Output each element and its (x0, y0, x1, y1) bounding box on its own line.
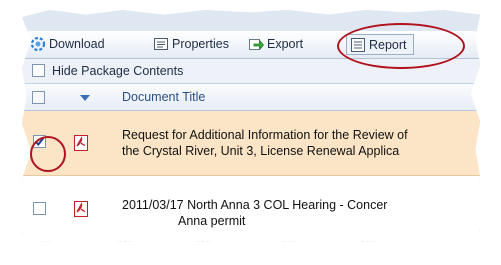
select-all-checkbox[interactable] (32, 91, 45, 104)
hide-package-row: Hide Package Contents (22, 59, 480, 84)
export-icon (248, 36, 265, 52)
toolbar: Download Properties Export Report (22, 31, 480, 59)
report-icon (350, 37, 366, 53)
table-row[interactable]: Request for Additional Information for t… (22, 111, 480, 176)
row-title-line2[interactable]: the Crystal River, Unit 3, License Renew… (122, 143, 399, 159)
properties-icon (153, 36, 169, 52)
checkmark-icon (34, 136, 45, 147)
pdf-icon[interactable] (74, 201, 88, 217)
download-icon (30, 36, 46, 52)
panel-top-strip (22, 10, 480, 32)
document-list-panel: Download Properties Export Report Hide P… (22, 10, 480, 242)
table-header: Document Title (22, 84, 480, 111)
row-checkbox[interactable] (33, 202, 46, 215)
pdf-icon[interactable] (74, 135, 88, 151)
row-checkbox-checked[interactable] (33, 135, 46, 148)
export-button[interactable]: Export (248, 35, 303, 53)
download-button[interactable]: Download (30, 35, 105, 53)
row-title-line1[interactable]: Request for Additional Information for t… (122, 127, 408, 143)
download-label: Download (49, 37, 105, 51)
hide-package-checkbox[interactable] (32, 64, 45, 77)
export-label: Export (267, 37, 304, 51)
row-title-line1[interactable]: 2011/03/17 North Anna 3 COL Hearing - Co… (122, 197, 387, 213)
hide-package-label: Hide Package Contents (52, 64, 184, 78)
report-button[interactable]: Report (346, 34, 414, 55)
properties-label: Properties (172, 37, 229, 51)
report-label: Report (369, 37, 407, 52)
row-title-line2[interactable]: Anna permit (178, 213, 245, 229)
properties-button[interactable]: Properties (153, 35, 229, 53)
sort-arrow-icon[interactable] (80, 95, 90, 101)
column-header-document-title[interactable]: Document Title (122, 90, 205, 104)
table-row[interactable]: 2011/03/17 North Anna 3 COL Hearing - Co… (22, 176, 480, 242)
